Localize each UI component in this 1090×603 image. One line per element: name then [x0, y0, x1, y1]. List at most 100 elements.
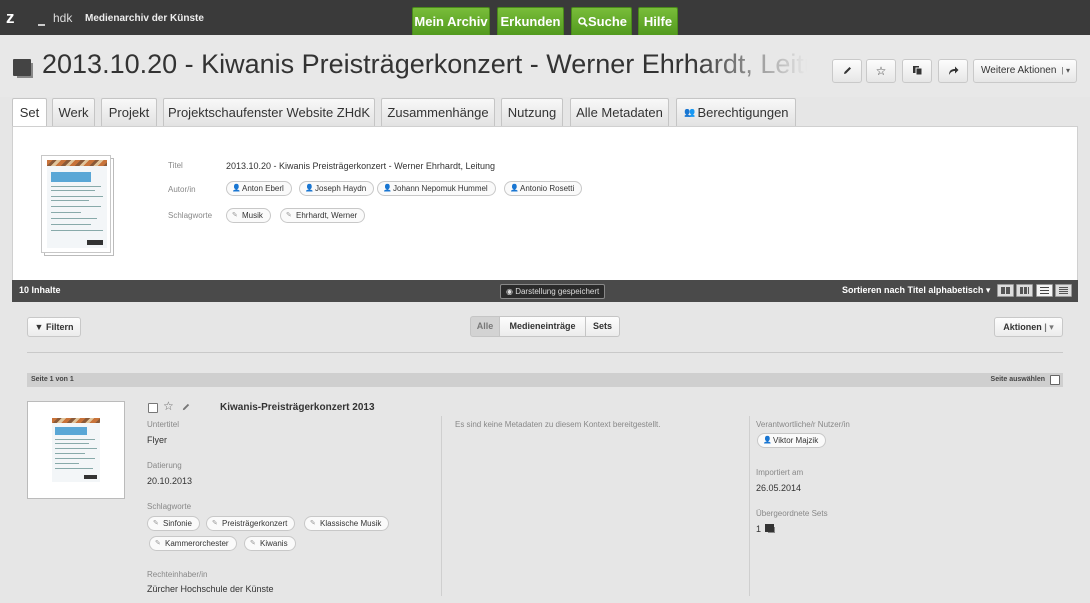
- segment-media-entries[interactable]: Medieneinträge: [500, 316, 586, 337]
- tag-icon: ✎: [155, 540, 161, 547]
- divider: [27, 352, 1063, 353]
- logo-hdk[interactable]: hdk: [53, 11, 72, 25]
- view-list-button[interactable]: [1036, 284, 1053, 297]
- tab-set[interactable]: Set: [12, 98, 47, 127]
- grid-icon: [1020, 287, 1029, 294]
- tab-berechtigungen[interactable]: 👥 Berechtigungen: [676, 98, 796, 126]
- tab-berechtigungen-label: Berechtigungen: [697, 105, 789, 120]
- select-entry-checkbox[interactable]: [148, 403, 158, 413]
- author-chip[interactable]: 👤 Antonio Rosetti: [504, 181, 583, 196]
- author-chip[interactable]: 👤 Anton Eberl: [226, 181, 292, 196]
- title-label: Titel: [168, 161, 183, 170]
- caret-down-icon: | ▾: [1061, 66, 1070, 75]
- author-name: Joseph Haydn: [315, 184, 367, 193]
- tab-nutzung[interactable]: Nutzung: [501, 98, 563, 126]
- column-divider: [441, 416, 442, 596]
- keyword-text: Musik: [242, 211, 263, 220]
- author-chip[interactable]: 👤 Joseph Haydn: [299, 181, 375, 196]
- keyword-chip[interactable]: ✎ Preisträgerkonzert: [206, 516, 296, 531]
- tab-werk[interactable]: Werk: [52, 98, 95, 126]
- rights-value: Zürcher Hochschule der Künste: [147, 584, 274, 594]
- copy-button[interactable]: [902, 59, 932, 83]
- tag-icon: ✎: [286, 212, 292, 219]
- segment-all[interactable]: Alle: [470, 316, 500, 337]
- person-icon: 👤: [510, 185, 519, 192]
- tag-icon: ✎: [153, 520, 159, 527]
- star-icon[interactable]: ☆: [163, 399, 174, 413]
- content-area: ▼ Filtern Alle Medieneinträge Sets Aktio…: [12, 302, 1078, 603]
- media-entry-thumbnail[interactable]: [27, 401, 125, 499]
- segment-sets[interactable]: Sets: [586, 316, 620, 337]
- view-miniature-button[interactable]: [997, 284, 1014, 297]
- actions-label: Aktionen: [1003, 322, 1042, 332]
- grid-large-icon: [1001, 287, 1010, 294]
- top-navigation-bar: z hdk Medienarchiv der Künste Mein Archi…: [0, 0, 1090, 35]
- keyword-chip[interactable]: ✎ Kammerorchester: [149, 536, 237, 551]
- keyword-text: Kiwanis: [260, 539, 288, 548]
- entry-keywords-label: Schlagworte: [147, 502, 192, 511]
- column-divider: [749, 416, 750, 596]
- list-icon: [1040, 287, 1049, 294]
- tag-icon: ✎: [232, 212, 238, 219]
- keyword-chip[interactable]: ✎ Sinfonie: [147, 516, 200, 531]
- parent-sets-count[interactable]: 1: [756, 524, 761, 534]
- flyer-preview: [47, 160, 107, 248]
- entry-title[interactable]: Kiwanis-Preisträgerkonzert 2013: [220, 402, 375, 413]
- subtitle-value: Flyer: [147, 435, 167, 445]
- tab-zusammenhaenge[interactable]: Zusammenhänge: [381, 98, 495, 126]
- display-saved-badge[interactable]: ◉ Darstellung gespeichert: [500, 284, 606, 299]
- actions-dropdown[interactable]: Aktionen | ▾: [994, 317, 1063, 337]
- share-arrow-icon: [948, 66, 958, 75]
- logo-mark: [38, 6, 45, 26]
- nav-erkunden-button[interactable]: Erkunden: [497, 7, 564, 35]
- keyword-chip[interactable]: ✎ Klassische Musik: [304, 516, 390, 531]
- share-button[interactable]: [938, 59, 968, 83]
- tag-icon: ✎: [250, 540, 256, 547]
- tab-alle-metadaten[interactable]: Alle Metadaten: [570, 98, 669, 126]
- edit-button[interactable]: [832, 59, 862, 83]
- no-metadata-message: Es sind keine Metadaten zu diesem Kontex…: [455, 420, 661, 429]
- page-header: 2013.10.20 - Kiwanis Preisträgerkonzert …: [0, 35, 1090, 97]
- set-icon: [765, 524, 774, 532]
- sort-dropdown[interactable]: Sortieren nach Titel alphabetisch ▾: [842, 285, 990, 296]
- keyword-text: Kammerorchester: [165, 539, 229, 548]
- list-toolbar: 10 Inhalte ◉ Darstellung gespeichert Sor…: [12, 280, 1078, 302]
- view-grid-button[interactable]: [1016, 284, 1033, 297]
- responsible-user-chip[interactable]: 👤 Viktor Majzik: [757, 433, 827, 448]
- search-icon: [578, 17, 588, 27]
- logo-letter[interactable]: z: [6, 8, 15, 28]
- tab-projekt[interactable]: Projekt: [101, 98, 157, 126]
- more-actions-dropdown[interactable]: Weitere Aktionen | ▾: [973, 59, 1077, 83]
- nav-suche-button[interactable]: Suche: [571, 7, 632, 35]
- nav-hilfe-button[interactable]: Hilfe: [638, 7, 678, 35]
- select-page-label: Seite auswählen: [990, 376, 1045, 383]
- page-indicator: Seite 1 von 1: [31, 376, 74, 383]
- pencil-icon[interactable]: [181, 402, 191, 412]
- app-title[interactable]: Medienarchiv der Künste: [85, 13, 204, 24]
- tab-projektschaufenster[interactable]: Projektschaufenster Website ZHdK: [163, 98, 375, 126]
- view-table-button[interactable]: [1055, 284, 1072, 297]
- nav-mein-archiv-button[interactable]: Mein Archiv: [412, 7, 490, 35]
- favorite-button[interactable]: ☆: [866, 59, 896, 83]
- subtitle-label: Untertitel: [147, 420, 180, 429]
- eye-icon: ◉: [506, 287, 516, 296]
- filter-button[interactable]: ▼ Filtern: [27, 317, 81, 337]
- nav-suche-label: Suche: [587, 14, 627, 29]
- select-page-checkbox[interactable]: [1050, 375, 1060, 385]
- imported-value: 26.05.2014: [756, 483, 802, 493]
- display-saved-label: Darstellung gespeichert: [515, 287, 600, 296]
- keyword-chip[interactable]: ✎ Ehrhardt, Werner: [280, 208, 366, 223]
- author-chip[interactable]: 👤 Johann Nepomuk Hummel: [377, 181, 496, 196]
- keyword-chip[interactable]: ✎ Kiwanis: [244, 536, 296, 551]
- title-value: 2013.10.20 - Kiwanis Preisträgerkonzert …: [226, 161, 495, 171]
- keyword-chip[interactable]: ✎ Musik: [226, 208, 271, 223]
- table-icon: [1059, 287, 1068, 294]
- page-title: 2013.10.20 - Kiwanis Preisträgerkonzert …: [42, 49, 807, 79]
- set-thumbnail[interactable]: [41, 155, 111, 253]
- flyer-preview: [52, 418, 100, 482]
- set-summary-panel: Titel 2013.10.20 - Kiwanis Preisträgerko…: [12, 126, 1078, 281]
- keyword-text: Ehrhardt, Werner: [296, 211, 358, 220]
- set-icon: [13, 59, 31, 76]
- responsible-user-name: Viktor Majzik: [773, 436, 819, 445]
- date-label: Datierung: [147, 461, 182, 470]
